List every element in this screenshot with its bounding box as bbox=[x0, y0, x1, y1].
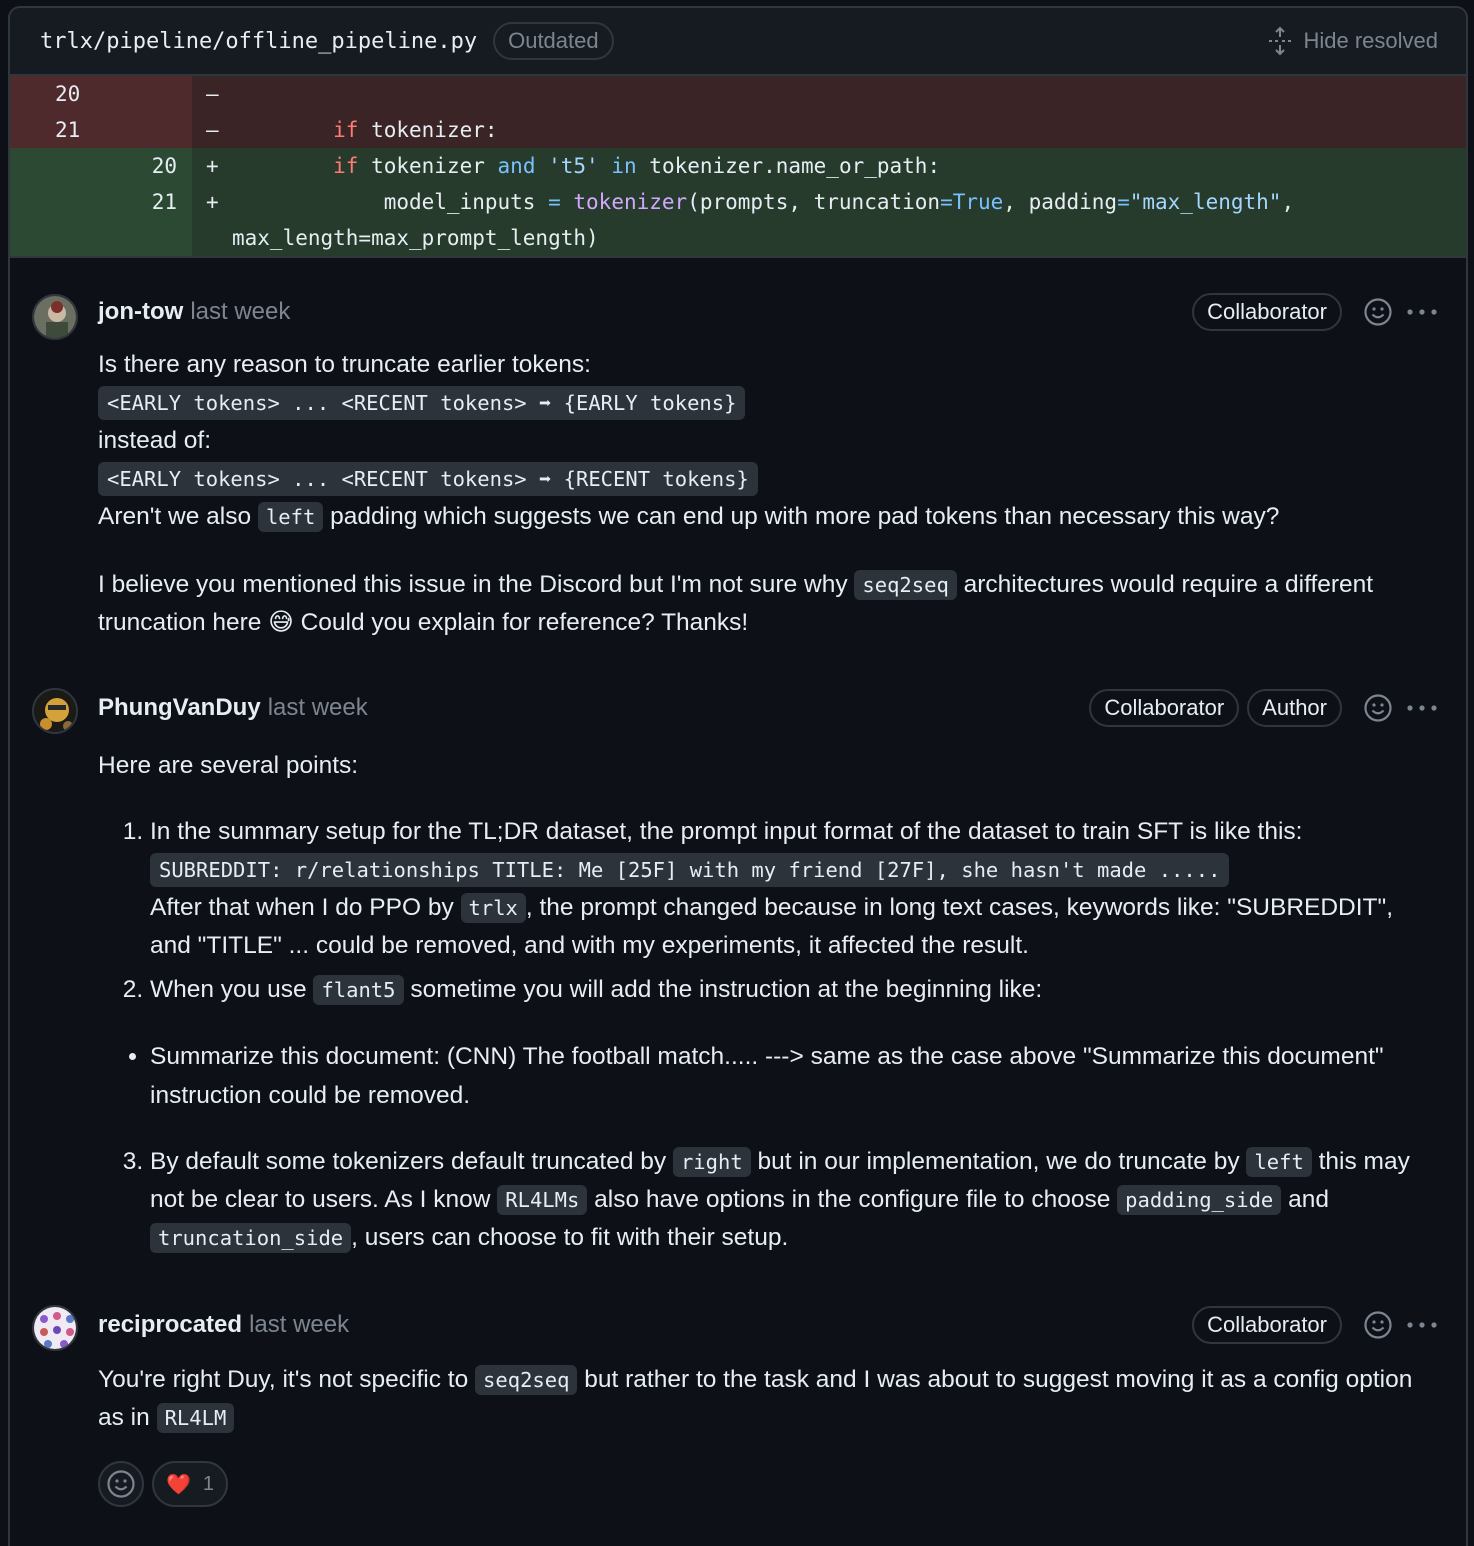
inline-code: flant5 bbox=[313, 975, 404, 1005]
paragraph: You're right Duy, it's not specific to s… bbox=[98, 1365, 1413, 1433]
new-line-number[interactable]: 20 bbox=[101, 148, 192, 184]
reaction-count: 1 bbox=[202, 1472, 215, 1495]
old-line-number[interactable] bbox=[10, 184, 101, 220]
collaborator-badge: Collaborator bbox=[1089, 689, 1240, 727]
heart-reaction-button[interactable]: ❤️ 1 bbox=[152, 1461, 228, 1507]
bullet-list: Summarize this document: (CNN) The footb… bbox=[98, 1037, 1438, 1115]
paragraph: Aren't we also left padding which sugges… bbox=[98, 502, 1280, 532]
old-line-number[interactable]: 20 bbox=[10, 76, 101, 112]
inline-code: left bbox=[1246, 1147, 1312, 1177]
list-item: In the summary setup for the TL;DR datas… bbox=[150, 813, 1438, 965]
diff-line-wrap: max_length=max_prompt_length) bbox=[10, 220, 1466, 258]
diff-line: 21 – if tokenizer: bbox=[10, 112, 1466, 148]
comment-body: Here are several points: In the summary … bbox=[98, 747, 1438, 1257]
file-path[interactable]: trlx/pipeline/offline_pipeline.py bbox=[40, 29, 477, 54]
avatar[interactable] bbox=[32, 294, 78, 340]
kebab-horizontal-icon[interactable] bbox=[1406, 308, 1438, 316]
inline-code: right bbox=[672, 1147, 751, 1177]
smiley-icon bbox=[107, 1470, 135, 1498]
inline-code: <EARLY tokens> ... <RECENT tokens> ➡ {EA… bbox=[98, 386, 746, 420]
inline-code: truncation_side bbox=[150, 1223, 352, 1253]
kebab-horizontal-icon[interactable] bbox=[1406, 704, 1438, 712]
review-comment: PhungVanDuy last week Collaborator Autho… bbox=[10, 688, 1466, 1257]
old-line-number[interactable]: 21 bbox=[10, 112, 101, 148]
comment-header: PhungVanDuy last week Collaborator Autho… bbox=[98, 688, 1438, 728]
code-line: if tokenizer: bbox=[333, 118, 498, 142]
diff-line: 21 + model_inputs = tokenizer(prompts, t… bbox=[10, 184, 1466, 220]
comment-header: reciprocated last week Collaborator bbox=[98, 1305, 1438, 1345]
smiley-icon[interactable] bbox=[1362, 296, 1394, 328]
hide-resolved-label: Hide resolved bbox=[1303, 28, 1438, 53]
diff-hunk: 20 – 21 – if tokenizer: 20 + if tokenize… bbox=[10, 76, 1466, 258]
avatar[interactable] bbox=[32, 688, 78, 734]
add-reaction-button[interactable] bbox=[98, 1461, 144, 1507]
inline-code: seq2seq bbox=[854, 570, 957, 600]
list-item: Summarize this document: (CNN) The footb… bbox=[150, 1037, 1438, 1115]
smiley-icon[interactable] bbox=[1362, 1309, 1394, 1341]
diff-line: 20 + if tokenizer and 't5' in tokenizer.… bbox=[10, 148, 1466, 184]
inline-code: <EARLY tokens> ... <RECENT tokens> ➡ {RE… bbox=[98, 462, 758, 496]
comment-body: Is there any reason to truncate earlier … bbox=[98, 346, 1438, 642]
timestamp[interactable]: last week bbox=[190, 298, 290, 326]
review-comment: jon-tow last week Collaborator Is there … bbox=[10, 292, 1466, 642]
inline-code: left bbox=[257, 502, 324, 532]
reactions-bar: ❤️ 1 bbox=[98, 1461, 1438, 1507]
inline-code: seq2seq bbox=[475, 1365, 578, 1395]
collaborator-badge: Collaborator bbox=[1192, 293, 1342, 331]
paragraph: Is there any reason to truncate earlier … bbox=[98, 351, 591, 378]
diff-sign: + bbox=[206, 154, 219, 178]
diff-sign: – bbox=[206, 118, 219, 142]
author-badge: Author bbox=[1247, 689, 1342, 727]
author-name[interactable]: PhungVanDuy bbox=[98, 694, 261, 722]
comment-body: You're right Duy, it's not specific to s… bbox=[98, 1361, 1438, 1437]
timestamp[interactable]: last week bbox=[249, 1311, 349, 1339]
ordered-list: In the summary setup for the TL;DR datas… bbox=[98, 813, 1438, 1009]
emoji: 😅 bbox=[268, 609, 294, 636]
inline-code: padding_side bbox=[1117, 1185, 1282, 1215]
new-line-number[interactable]: 21 bbox=[101, 184, 192, 220]
comment-header: jon-tow last week Collaborator bbox=[98, 292, 1438, 332]
diff-sign: + bbox=[206, 190, 219, 214]
paragraph: I believe you mentioned this issue in th… bbox=[98, 570, 1374, 636]
diff-sign: – bbox=[206, 82, 219, 106]
diff-line: 20 – bbox=[10, 76, 1466, 112]
old-line-number[interactable] bbox=[10, 148, 101, 184]
inline-code: SUBREDDIT: r/relationships TITLE: Me [25… bbox=[150, 853, 1230, 887]
avatar[interactable] bbox=[32, 1305, 78, 1351]
inline-code: RL4LM bbox=[156, 1403, 235, 1433]
heart-icon: ❤️ bbox=[165, 1473, 191, 1496]
ordered-list: By default some tokenizers default trunc… bbox=[98, 1143, 1438, 1257]
smiley-icon[interactable] bbox=[1362, 692, 1394, 724]
paragraph: Here are several points: bbox=[98, 752, 359, 779]
collaborator-badge: Collaborator bbox=[1192, 1306, 1342, 1344]
code-line: model_inputs = tokenizer(prompts, trunca… bbox=[232, 190, 1295, 214]
hide-resolved-button[interactable]: Hide resolved bbox=[1267, 26, 1438, 56]
code-line-continuation: max_length=max_prompt_length) bbox=[232, 226, 599, 250]
new-line-number[interactable] bbox=[101, 112, 192, 148]
paragraph: instead of: bbox=[98, 427, 212, 454]
review-comment: reciprocated last week Collaborator You'… bbox=[10, 1305, 1466, 1507]
new-line-number[interactable] bbox=[101, 76, 192, 112]
inline-code: trlx bbox=[460, 893, 526, 923]
file-header: trlx/pipeline/offline_pipeline.py Outdat… bbox=[10, 8, 1466, 76]
list-item: By default some tokenizers default trunc… bbox=[150, 1143, 1438, 1257]
author-name[interactable]: jon-tow bbox=[98, 298, 183, 326]
review-thread: trlx/pipeline/offline_pipeline.py Outdat… bbox=[8, 6, 1468, 1546]
inline-code: RL4LMs bbox=[497, 1185, 588, 1215]
author-name[interactable]: reciprocated bbox=[98, 1311, 242, 1339]
outdated-badge: Outdated bbox=[493, 22, 614, 60]
timestamp[interactable]: last week bbox=[268, 694, 368, 722]
list-item: When you use flant5 sometime you will ad… bbox=[150, 971, 1438, 1009]
unfold-icon bbox=[1269, 26, 1292, 56]
kebab-horizontal-icon[interactable] bbox=[1406, 1321, 1438, 1329]
code-line: if tokenizer and 't5' in tokenizer.name_… bbox=[333, 154, 941, 178]
